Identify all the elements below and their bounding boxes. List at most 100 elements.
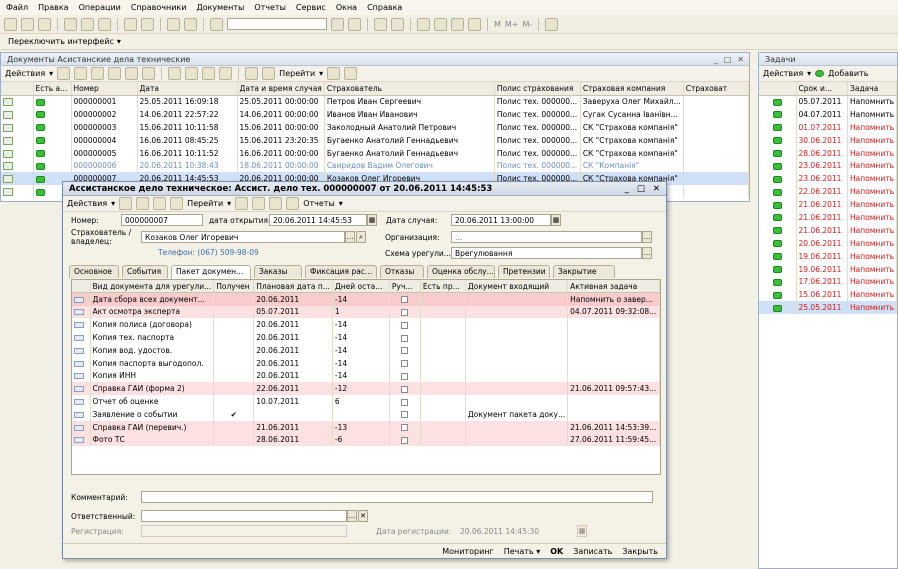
undo-icon[interactable]: [167, 17, 180, 31]
task-row[interactable]: 01.07.2011 Напомнить: [759, 120, 897, 134]
redo-icon[interactable]: [184, 17, 197, 31]
preview-icon[interactable]: [141, 17, 154, 31]
menu-item[interactable]: Окна: [336, 3, 357, 12]
dialog-help-icon[interactable]: [235, 197, 249, 210]
tab-1[interactable]: События: [122, 265, 168, 278]
monitoring-button[interactable]: Мониторинг: [442, 547, 494, 556]
print-button[interactable]: Печать ▾: [504, 547, 541, 556]
clear-filter-icon[interactable]: [219, 67, 233, 80]
table-row[interactable]: Заявление о событии ✔ Документ пакета до…: [72, 407, 660, 421]
tab-8[interactable]: Закрытие: [553, 265, 615, 278]
col-company[interactable]: Страховая компания: [580, 82, 684, 96]
col-plan-date[interactable]: Плановая дата п...: [253, 280, 333, 294]
period-icon[interactable]: [168, 67, 182, 80]
table-row[interactable]: 000000002 14.06.2011 22:57:22 14.06.2011…: [1, 107, 750, 121]
number-field[interactable]: 000000007: [121, 214, 203, 226]
scheme-field[interactable]: Врегулювання: [451, 247, 642, 259]
tab-5[interactable]: Отказы: [380, 265, 424, 278]
copy-doc-icon[interactable]: [153, 197, 167, 210]
task-row[interactable]: 30.06.2011 Напомнить: [759, 133, 897, 147]
task-row[interactable]: 05.07.2011 Напомнить: [759, 95, 897, 108]
col-received[interactable]: Получен: [213, 280, 255, 294]
post-doc-icon[interactable]: [136, 197, 150, 210]
manual-checkbox[interactable]: [401, 296, 409, 304]
menu-item[interactable]: Документы: [196, 3, 244, 12]
table-row[interactable]: Копия ИНН 20.06.2011 -14: [72, 369, 660, 383]
table-row[interactable]: 000000003 15.06.2011 10:11:58 15.06.2011…: [1, 120, 750, 134]
filter-icon[interactable]: [185, 67, 199, 80]
manual-checkbox[interactable]: [401, 360, 409, 368]
actions-menu[interactable]: Действия: [5, 69, 45, 78]
task-row[interactable]: 22.06.2011 Напомнить: [759, 185, 897, 199]
menu-item[interactable]: Файл: [6, 3, 28, 12]
memory-mminus[interactable]: M-: [523, 20, 533, 29]
col-has-pr[interactable]: Есть пр...: [420, 280, 466, 294]
col-has[interactable]: Есть а...: [33, 82, 72, 96]
table-icon[interactable]: [451, 17, 464, 31]
table-row[interactable]: 000000001 25.05.2011 16:09:18 25.05.2011…: [1, 95, 750, 108]
manual-checkbox[interactable]: [401, 372, 409, 380]
copy-icon[interactable]: [81, 17, 94, 31]
minimize-icon[interactable]: _: [714, 55, 718, 64]
close-icon[interactable]: ✕: [737, 55, 744, 64]
table-row[interactable]: Акт осмотра эксперта 05.07.2011 1 04.07.…: [72, 305, 660, 319]
table-row[interactable]: 000000005 16.06.2011 10:11:52 16.06.2011…: [1, 146, 750, 160]
go-doc-icon[interactable]: [170, 197, 184, 210]
task-row[interactable]: 17.06.2011 Напомнить: [759, 275, 897, 289]
manual-checkbox[interactable]: [401, 308, 409, 316]
table-row[interactable]: Отчет об оценке 10.07.2011 6: [72, 395, 660, 408]
calendar-icon[interactable]: ▦: [551, 214, 561, 226]
movements-icon[interactable]: [269, 197, 283, 210]
task-row[interactable]: 23.06.2011 Напомнить: [759, 172, 897, 186]
reports-icon[interactable]: [286, 197, 300, 210]
clear-responsible-button[interactable]: ✕: [358, 510, 368, 522]
responsible-field[interactable]: [141, 510, 347, 522]
switch-interface-button[interactable]: Переключить интерфейс: [8, 37, 114, 46]
dialog-actions-menu[interactable]: Действия: [67, 199, 107, 208]
print-icon[interactable]: [124, 17, 137, 31]
manual-checkbox[interactable]: [401, 436, 409, 444]
settings-icon[interactable]: [545, 17, 559, 31]
memory-mplus[interactable]: M+: [505, 20, 519, 29]
manual-checkbox[interactable]: [401, 411, 409, 419]
calendar-icon[interactable]: [434, 17, 447, 31]
structure-icon[interactable]: [252, 197, 266, 210]
col-due[interactable]: Срок и...: [796, 82, 849, 96]
tab-2[interactable]: Пакет докумен...: [171, 265, 251, 279]
add-icon[interactable]: [57, 67, 71, 80]
task-row[interactable]: 23.06.2011 Напомнить: [759, 159, 897, 173]
find-prev-icon[interactable]: [348, 17, 361, 31]
text-icon[interactable]: [468, 17, 481, 31]
new-icon[interactable]: [4, 17, 17, 31]
task-row[interactable]: 19.06.2011 Напомнить: [759, 262, 897, 276]
add-task-button[interactable]: Добавить: [828, 69, 868, 78]
insurer-field[interactable]: Козаков Олег Игоревич: [141, 231, 345, 243]
org-field[interactable]: ...: [451, 231, 642, 243]
task-row[interactable]: 28.06.2011 Напомнить: [759, 146, 897, 160]
select-insurer-button[interactable]: …: [345, 231, 355, 243]
col-incoming-doc[interactable]: Документ входящий: [465, 280, 569, 294]
col-number[interactable]: Номер: [71, 82, 138, 96]
calculator-icon[interactable]: [417, 17, 430, 31]
col-doc-kind[interactable]: Вид документа для урегули...: [90, 280, 215, 294]
memory-m[interactable]: M: [494, 20, 501, 29]
reports-menu[interactable]: Отчеты: [303, 199, 335, 208]
task-row[interactable]: 19.06.2011 Напомнить: [759, 249, 897, 263]
menu-item[interactable]: Справка: [367, 3, 402, 12]
save-doc-icon[interactable]: [119, 197, 133, 210]
manual-checkbox[interactable]: [401, 385, 409, 393]
calendar-icon[interactable]: ▦: [367, 214, 377, 226]
close-button[interactable]: Закрыть: [622, 547, 658, 556]
select-responsible-button[interactable]: …: [347, 510, 357, 522]
manual-checkbox[interactable]: [401, 321, 409, 329]
edit-icon[interactable]: [91, 67, 105, 80]
filter-list-icon[interactable]: [202, 67, 216, 80]
col-insurer[interactable]: Страхователь: [324, 82, 495, 96]
task-row[interactable]: 21.06.2011 Напомнить: [759, 211, 897, 224]
table-row[interactable]: 000000006 20.06.2011 10:38:43 18.06.2011…: [1, 159, 750, 173]
table-row[interactable]: Копия паспорта выгодопол. 20.06.2011 -14: [72, 356, 660, 370]
dialog-goto-menu[interactable]: Перейти: [187, 199, 223, 208]
save-icon[interactable]: [38, 17, 51, 31]
task-row[interactable]: 21.06.2011 Напомнить: [759, 223, 897, 237]
find-next-icon[interactable]: [331, 17, 344, 31]
